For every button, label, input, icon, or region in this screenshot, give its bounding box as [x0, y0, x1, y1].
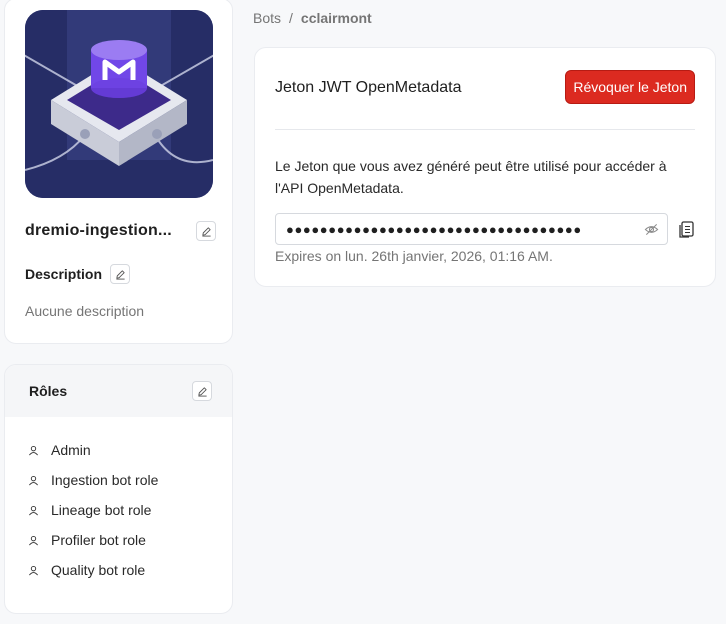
eye-off-icon[interactable] — [643, 221, 659, 237]
jwt-token-card: Jeton JWT OpenMetadata Révoquer le Jeton… — [254, 47, 716, 287]
breadcrumb-current: cclairmont — [300, 10, 372, 26]
role-item-ingestion[interactable]: Ingestion bot role — [27, 465, 232, 495]
user-icon — [27, 474, 39, 486]
description-text: Aucune description — [25, 303, 145, 319]
edit-icon — [201, 226, 211, 237]
role-label: Lineage bot role — [51, 502, 152, 518]
bot-name: dremio-ingestion... — [25, 222, 172, 239]
roles-title: Rôles — [29, 383, 68, 399]
user-icon — [27, 504, 39, 516]
revoke-token-button[interactable]: Révoquer le Jeton — [565, 70, 695, 104]
role-label: Profiler bot role — [51, 532, 146, 548]
role-item-admin[interactable]: Admin — [27, 435, 232, 465]
role-label: Quality bot role — [51, 562, 146, 578]
user-icon — [27, 534, 39, 546]
token-masked-value: ●●●●●●●●●●●●●●●●●●●●●●●●●●●●●●●●●●● — [286, 221, 582, 237]
divider — [275, 129, 695, 130]
bot-avatar — [25, 10, 213, 198]
edit-description-button[interactable] — [110, 264, 131, 284]
roles-header: Rôles — [5, 365, 232, 417]
token-card-title: Jeton JWT OpenMetadata — [275, 79, 462, 96]
breadcrumb-bots-link[interactable]: Bots — [253, 10, 281, 26]
roles-list: Admin Ingestion bot role Lineage bot rol… — [5, 417, 232, 585]
role-item-quality[interactable]: Quality bot role — [27, 555, 232, 585]
role-item-profiler[interactable]: Profiler bot role — [27, 525, 232, 555]
breadcrumb: Bots / cclairmont — [253, 10, 372, 26]
roles-card: Rôles Admin Ingestion bot role Lineage b… — [4, 364, 233, 614]
copy-icon[interactable] — [675, 218, 697, 240]
role-item-lineage[interactable]: Lineage bot role — [27, 495, 232, 525]
edit-roles-button[interactable] — [192, 381, 212, 401]
edit-icon — [115, 269, 125, 280]
edit-name-button[interactable] — [196, 221, 216, 241]
role-label: Admin — [51, 442, 91, 458]
user-icon — [27, 564, 39, 576]
description-header: Description — [25, 264, 131, 284]
bot-name-row: dremio-ingestion... — [25, 220, 216, 242]
user-icon — [27, 444, 39, 456]
role-label: Ingestion bot role — [51, 472, 159, 488]
bot-profile-card: dremio-ingestion... Description Aucune d… — [4, 0, 233, 344]
token-field[interactable]: ●●●●●●●●●●●●●●●●●●●●●●●●●●●●●●●●●●● — [275, 213, 668, 245]
token-expiry: Expires on lun. 26th janvier, 2026, 01:1… — [275, 248, 553, 264]
breadcrumb-separator: / — [289, 10, 293, 26]
openmetadata-logo-illustration — [25, 10, 213, 198]
token-description: Le Jeton que vous avez généré peut être … — [275, 158, 667, 196]
edit-icon — [197, 386, 207, 397]
description-label: Description — [25, 266, 103, 282]
